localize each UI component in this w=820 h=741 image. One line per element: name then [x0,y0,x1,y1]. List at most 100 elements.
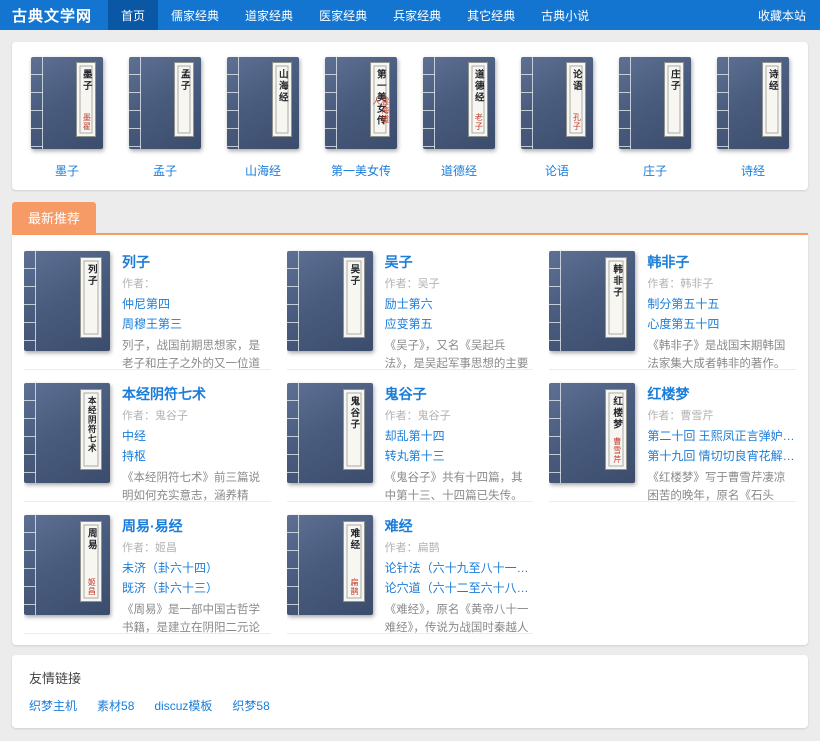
book-author: 作者：吴子 [385,275,534,291]
book-spine-label: 墨子 墨翟 [76,62,96,137]
chapter-link[interactable]: 却乱第十四 [385,426,534,446]
book-author: 作者：韩非子 [647,275,796,291]
book-spine-label: 难经 扁鹊 [343,521,365,602]
book-spine-title: 庄子 [669,69,679,136]
showcase-cover[interactable]: 道德经 老子 [423,57,495,149]
book-cover-thumbnail[interactable]: 本经阴符七术 [24,383,110,483]
chapter-link[interactable]: 论针法（六十九至八十一难） [385,558,534,578]
friend-link[interactable]: 织梦主机 [29,697,77,714]
chapter-link[interactable]: 励士第六 [385,294,534,314]
showcase-cover[interactable]: 第一美女传 雲海道人 [325,57,397,149]
chapter-link[interactable]: 第十九回 情切切良宵花解语 意绵绵静 [647,446,796,466]
showcase-book-link[interactable]: 诗经 [741,162,765,179]
showcase-book-link[interactable]: 孟子 [153,162,177,179]
friend-links-title: 友情链接 [29,668,791,687]
book-cover-thumbnail[interactable]: 难经 扁鹊 [287,515,373,615]
showcase-book-link[interactable]: 第一美女传 [331,162,391,179]
chapter-link[interactable]: 持枢 [122,446,271,466]
showcase-book: 墨子 墨翟 墨子 [18,57,116,178]
showcase-book-link[interactable]: 山海经 [245,162,281,179]
chapter-link[interactable]: 第二十回 王熙凤正言弹妒意 林黛玉 [647,426,796,446]
book-author: 作者：姬昌 [122,539,271,555]
latest-recommend-panel: 列子 列子 作者： 仲尼第四 周穆王第三 列子，战国前期思想家，是老子和庄子之外… [12,233,808,645]
showcase-book-link[interactable]: 论语 [545,162,569,179]
chapter-link[interactable]: 心度第五十四 [647,314,796,334]
book-title-link[interactable]: 红楼梦 [647,384,796,404]
showcase-cover[interactable]: 孟子 [129,57,201,149]
book-card: 韩非子 韩非子 作者：韩非子 制分第五十五 心度第五十四 《韩非子》是战国末期韩… [549,247,796,370]
book-author: 作者： [122,275,271,291]
nav-item-home[interactable]: 首页 [108,0,158,30]
book-description: 《周易》是一部中国古哲学书籍，是建立在阴阳二元论基础上对事物运行规律加以论证和描… [122,602,271,634]
book-cover-thumbnail[interactable]: 红楼梦 曹雪芹 [549,383,635,483]
showcase-book-link[interactable]: 墨子 [55,162,79,179]
book-spine-label: 本经阴符七术 [80,389,102,470]
book-card: 红楼梦 曹雪芹 红楼梦 作者：曹雪芹 第二十回 王熙凤正言弹妒意 林黛玉 第十九… [549,379,796,502]
book-spine-label: 第一美女传 雲海道人 [370,62,390,137]
book-cover-thumbnail[interactable]: 吴子 [287,251,373,351]
showcase-cover[interactable]: 山海经 [227,57,299,149]
showcase-cover[interactable]: 庄子 [619,57,691,149]
book-cover-thumbnail[interactable]: 周易 姬昌 [24,515,110,615]
chapter-link[interactable]: 应变第五 [385,314,534,334]
showcase-cover[interactable]: 墨子 墨翟 [31,57,103,149]
chapter-link[interactable]: 制分第五十五 [647,294,796,314]
favorite-site-link[interactable]: 收藏本站 [744,0,820,30]
chapter-link[interactable]: 既济（卦六十三） [122,578,271,598]
book-cover-thumbnail[interactable]: 韩非子 [549,251,635,351]
chapter-link[interactable]: 论穴道（六十二至六十八难） [385,578,534,598]
friend-link[interactable]: 素材58 [97,697,134,714]
book-binding-decoration [287,383,299,483]
chapter-link[interactable]: 仲尼第四 [122,294,271,314]
showcase-book: 论语 孔子 论语 [508,57,606,178]
book-spine-label: 吴子 [343,257,365,338]
book-title-link[interactable]: 鬼谷子 [385,384,534,404]
nav-item-bingjia[interactable]: 兵家经典 [380,0,454,30]
chapter-link[interactable]: 未济（卦六十四） [122,558,271,578]
showcase-book-link[interactable]: 道德经 [441,162,477,179]
nav-item-daojia[interactable]: 道家经典 [232,0,306,30]
nav-item-xiaoshuo[interactable]: 古典小说 [528,0,602,30]
chapter-link[interactable]: 周穆王第三 [122,314,271,334]
book-title-link[interactable]: 吴子 [385,252,534,272]
nav-item-rujia[interactable]: 儒家经典 [158,0,232,30]
book-binding-decoration [287,515,299,615]
book-spine-label: 周易 姬昌 [80,521,102,602]
book-title-link[interactable]: 列子 [122,252,271,272]
chapter-link[interactable]: 中经 [122,426,271,446]
book-binding-decoration [24,515,36,615]
friend-link[interactable]: discuz模板 [154,697,212,714]
book-spine-author: 曹雪芹 [612,437,621,464]
tab-latest-recommend[interactable]: 最新推荐 [12,202,96,233]
book-title-link[interactable]: 难经 [385,516,534,536]
book-title-link[interactable]: 本经阴符七术 [122,384,271,404]
book-title-link[interactable]: 韩非子 [647,252,796,272]
nav-item-qita[interactable]: 其它经典 [454,0,528,30]
book-binding-decoration [129,57,141,149]
book-author: 作者：鬼谷子 [122,407,271,423]
showcase-cover[interactable]: 论语 孔子 [521,57,593,149]
book-spine-label: 列子 [80,257,102,338]
book-cover-thumbnail[interactable]: 列子 [24,251,110,351]
nav-item-yijia[interactable]: 医家经典 [306,0,380,30]
book-binding-decoration [227,57,239,149]
book-info: 列子 作者： 仲尼第四 周穆王第三 列子，战国前期思想家，是老子和庄子之外的又一… [122,251,271,359]
friend-links-panel: 友情链接 织梦主机 素材58 discuz模板 织梦58 [12,655,808,728]
book-spine-author: 老子 [474,113,483,131]
book-spine-title: 孟子 [179,69,189,136]
book-description: 《本经阴符七术》前三篇说明如何充实意志，涵养精神。后四篇讨论如何将内在的精神运用… [122,470,271,502]
book-cover-thumbnail[interactable]: 鬼谷子 [287,383,373,483]
book-binding-decoration [24,383,36,483]
book-binding-decoration [325,57,337,149]
book-card: 周易 姬昌 周易·易经 作者：姬昌 未济（卦六十四） 既济（卦六十三） 《周易》… [24,511,271,634]
showcase-cover[interactable]: 诗经 [717,57,789,149]
showcase-book: 庄子 庄子 [606,57,704,178]
friend-link[interactable]: 织梦58 [232,697,269,714]
book-spine-title: 诗经 [767,69,777,136]
book-title-link[interactable]: 周易·易经 [122,516,271,536]
book-description: 《韩非子》是战国末期韩国法家集大成者韩非的著作。这部书现存五十五篇，约十余万言，… [647,338,796,370]
book-info: 周易·易经 作者：姬昌 未济（卦六十四） 既济（卦六十三） 《周易》是一部中国古… [122,515,271,623]
showcase-book-link[interactable]: 庄子 [643,162,667,179]
book-spine-label: 鬼谷子 [343,389,365,470]
chapter-link[interactable]: 转丸第十三 [385,446,534,466]
